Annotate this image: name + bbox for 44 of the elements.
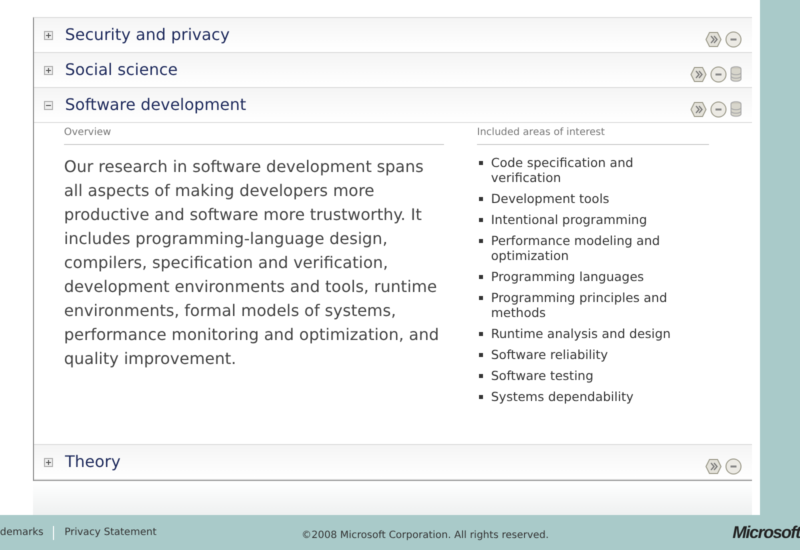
section-title[interactable]: Security and privacy: [65, 23, 230, 47]
bullet-icon: [479, 296, 483, 300]
areas-label: Included areas of interest: [477, 123, 709, 145]
copyright-text: ©2008 Microsoft Corporation. All rights reserved.: [302, 529, 549, 543]
toggle-icon[interactable]: [44, 100, 53, 110]
hexagon-icon[interactable]: [690, 66, 707, 82]
area-item: Development tools: [491, 191, 610, 206]
area-item: Software testing: [491, 368, 594, 383]
toggle-icon[interactable]: [44, 66, 53, 74]
area-item: Runtime analysis and design: [491, 326, 671, 341]
hexagon-icon[interactable]: [705, 30, 722, 48]
area-item: Software reliability: [491, 347, 608, 362]
area-item: Programming principles and methods: [491, 290, 668, 320]
bullet-icon: [479, 374, 483, 378]
area-item: Performance modeling and optimization: [491, 233, 661, 263]
overview-label: Overview: [64, 123, 444, 145]
toggle-icon[interactable]: [44, 30, 53, 40]
bullet-icon: [479, 218, 483, 222]
area-item: Intentional programming: [491, 212, 648, 227]
section-title[interactable]: Software development: [65, 93, 246, 117]
bullet-icon: [479, 395, 483, 399]
bullet-icon: [479, 239, 483, 243]
section-title[interactable]: Theory: [65, 450, 121, 474]
footer-link[interactable]: demarks: [0, 525, 54, 540]
area-item: Code specification and verification: [491, 155, 634, 185]
section-title[interactable]: Social science: [65, 58, 178, 82]
hexagon-icon[interactable]: [705, 458, 722, 474]
stack-icon[interactable]: [730, 101, 742, 117]
circle-icon[interactable]: [710, 100, 727, 118]
circle-icon[interactable]: [725, 458, 742, 474]
bullet-icon: [479, 332, 483, 336]
bullet-icon: [479, 197, 483, 201]
hexagon-icon[interactable]: [690, 100, 707, 118]
bullet-icon: [479, 353, 483, 357]
overview-text: Our research in software development spans all aspects of making developers more productive and software more trustworthy. It includes programming-language design, compilers, specification and verification, development environments and tools, runtime environments, formal models of systems, performance monitoring and optimization, and quality improvement.: [64, 156, 440, 370]
footer-link[interactable]: Privacy Statement: [54, 525, 166, 540]
circle-icon[interactable]: [725, 30, 742, 48]
area-item: Systems dependability: [491, 389, 634, 404]
circle-icon[interactable]: [710, 66, 727, 82]
bullet-icon: [479, 275, 483, 279]
area-item: Programming languages: [491, 269, 644, 284]
bullet-icon: [479, 161, 483, 165]
stack-icon[interactable]: [730, 66, 742, 82]
toggle-icon[interactable]: [44, 458, 53, 466]
